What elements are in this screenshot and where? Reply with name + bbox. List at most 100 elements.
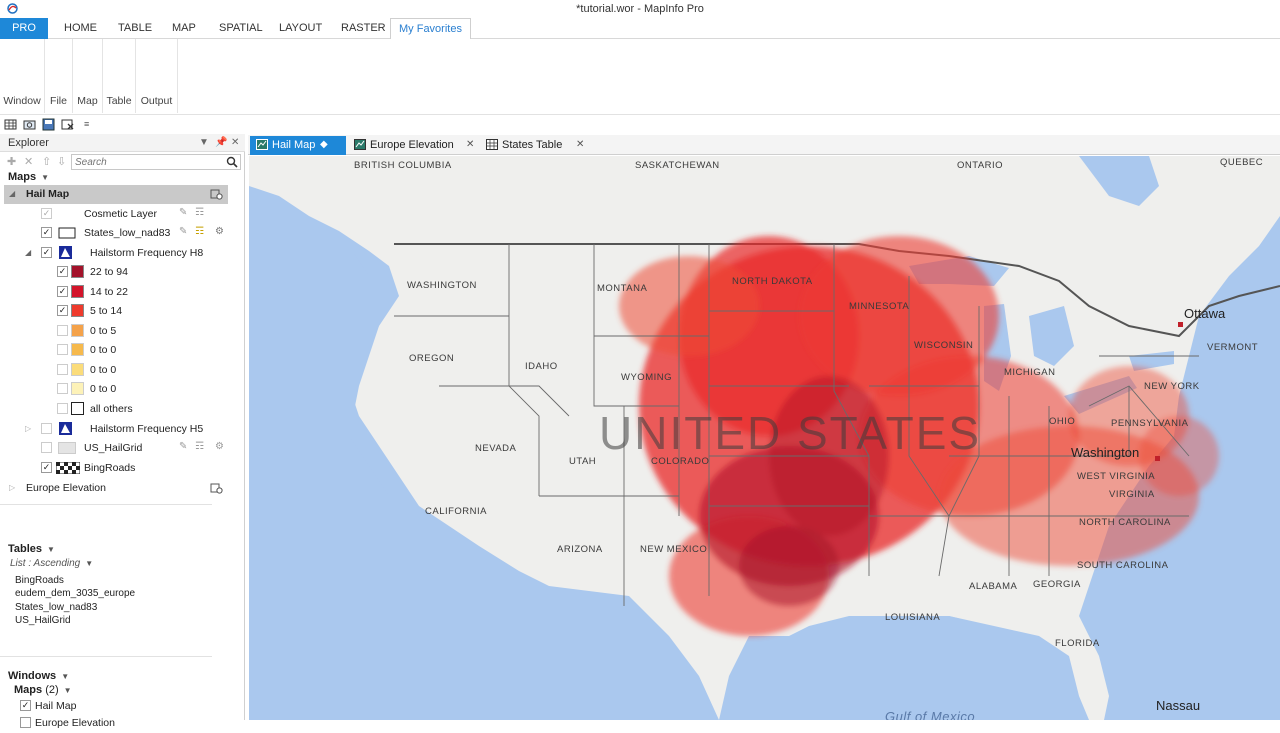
map-window[interactable]: BRITISH COLUMBIA SASKATCHEWAN ONTARIO QU… [249,156,1280,720]
layer-us-hailgrid[interactable]: US_HailGrid ✎ ☶ ⚙ [4,439,228,458]
layer-visibility-checkbox[interactable]: ✓ [41,227,52,238]
expand-arrow-icon[interactable]: ▷ [9,483,15,492]
move-down-icon[interactable]: ⇩ [57,155,66,168]
legend-5-to-14[interactable]: ✓ 5 to 14 [4,302,228,321]
tab-table[interactable]: TABLE [110,18,160,39]
close-icon[interactable]: ✕ [231,137,239,148]
tab-hail-map[interactable]: Hail Map ◆ [250,136,346,155]
open-workspace-icon[interactable] [23,118,36,131]
tab-layout[interactable]: LAYOUT [271,18,330,39]
layer-cosmetic[interactable]: ✓ Cosmetic Layer ✎ ☶ [4,205,228,224]
maps-section-header[interactable]: Maps ▼ [8,171,49,183]
layer-visibility-checkbox[interactable] [41,442,52,453]
select-icon[interactable]: ☶ [195,441,204,452]
edit-pencil-icon[interactable]: ✎ [179,441,187,452]
edit-pencil-icon[interactable]: ✎ [179,207,187,218]
pin-icon[interactable]: ◆ [320,139,328,150]
range-checkbox[interactable] [57,364,68,375]
tab-my-favorites[interactable]: My Favorites [390,18,471,40]
close-icon[interactable]: ✕ [466,139,474,150]
edit-pencil-icon[interactable]: ✎ [179,226,187,237]
explorer-header: Explorer ▼ 📌 ✕ [0,134,245,152]
table-item[interactable]: US_HailGrid [15,615,71,626]
range-checkbox[interactable]: ✓ [57,305,68,316]
label-icon[interactable]: ⚙ [215,226,224,237]
save-workspace-icon[interactable] [42,118,55,131]
range-color-swatch [71,304,84,317]
tab-states-table[interactable]: States Table ✕ [480,136,590,155]
map-window-icon [354,139,366,150]
add-icon[interactable]: ✚ [7,155,16,168]
tab-pro[interactable]: PRO [0,18,48,39]
legend-0-to-0-c[interactable]: 0 to 0 [4,380,228,399]
collapse-arrow-icon[interactable]: ◢ [25,248,31,257]
search-input[interactable] [72,155,222,169]
chevron-down-icon: ▼ [47,545,55,554]
layer-control-icon[interactable] [210,481,223,494]
range-checkbox[interactable] [57,325,68,336]
ribbon-group-window[interactable]: Window [0,39,45,113]
table-item[interactable]: States_low_nad83 [15,602,97,613]
layer-bingroads[interactable]: ✓ BingRoads [4,459,228,478]
tab-map[interactable]: MAP [164,18,204,39]
table-item[interactable]: eudem_dem_3035_europe [15,588,135,599]
explorer-panel: Explorer ▼ 📌 ✕ ✚ ✕ ⇧ ⇩ Maps▼ ◢ Hail Map … [0,134,245,729]
range-checkbox[interactable]: ✓ [57,286,68,297]
range-checkbox[interactable] [57,403,68,414]
tables-section-header[interactable]: Tables ▼ [8,543,55,555]
layer-states[interactable]: ✓ States_low_nad83 ✎ ☶ ⚙ [4,224,228,243]
layer-visibility-checkbox[interactable]: ✓ [41,247,52,258]
ribbon-group-output[interactable]: Output [136,39,178,113]
ribbon-group-file[interactable]: File [45,39,73,113]
layer-control-icon[interactable] [210,187,223,200]
label-wisconsin: WISCONSIN [914,340,974,351]
label-icon[interactable]: ⚙ [215,441,224,452]
label-colorado: COLORADO [651,456,710,467]
layer-visibility-checkbox[interactable] [41,423,52,434]
window-item-europe-elevation[interactable]: Europe Elevation [14,714,238,733]
legend-all-others[interactable]: all others [4,400,228,419]
region-style-swatch[interactable] [58,227,76,239]
window-checkbox[interactable]: ✓ [20,700,31,711]
legend-0-to-5[interactable]: 0 to 5 [4,322,228,341]
collapse-arrow-icon[interactable]: ◢ [9,189,15,198]
range-checkbox[interactable]: ✓ [57,266,68,277]
windows-section-header[interactable]: Windows ▼ [8,670,69,682]
close-icon[interactable]: ✕ [576,139,584,150]
expand-arrow-icon[interactable]: ▷ [25,424,31,433]
open-table-icon[interactable] [4,118,17,131]
layer-visibility-checkbox[interactable]: ✓ [41,208,52,219]
ribbon-group-table[interactable]: Table [103,39,136,113]
legend-0-to-0-b[interactable]: 0 to 0 [4,361,228,380]
list-sort-dropdown[interactable]: List : Ascending ▼ [10,558,93,569]
legend-22-to-94[interactable]: ✓ 22 to 94 [4,263,228,282]
range-color-swatch [71,343,84,356]
select-icon[interactable]: ☶ [195,226,204,237]
windows-maps-group[interactable]: Maps (2) ▼ [14,684,72,696]
search-icon[interactable] [226,156,238,168]
tab-home[interactable]: HOME [56,18,105,39]
ribbon-group-map[interactable]: Map [73,39,103,113]
window-checkbox[interactable] [20,717,31,728]
range-checkbox[interactable] [57,344,68,355]
pin-icon[interactable]: 📌 [215,137,227,148]
table-item[interactable]: BingRoads [15,575,64,586]
map-item-hail-map[interactable]: ◢ Hail Map [4,185,228,204]
tab-raster[interactable]: RASTER [333,18,394,39]
remove-icon[interactable]: ✕ [24,155,33,168]
panel-menu-icon[interactable]: ▼ [199,137,209,148]
layer-visibility-checkbox[interactable]: ✓ [41,462,52,473]
legend-0-to-0-a[interactable]: 0 to 0 [4,341,228,360]
customize-qat-icon[interactable]: ≡ [84,119,89,129]
range-checkbox[interactable] [57,383,68,394]
map-item-europe-elevation[interactable]: ▷ Europe Elevation [4,479,228,498]
layer-hailstorm-h5[interactable]: ▷ Hailstorm Frequency H5 [4,420,228,439]
select-icon[interactable]: ☶ [195,207,204,218]
label-oregon: OREGON [409,353,455,364]
tab-spatial[interactable]: SPATIAL [211,18,271,39]
legend-14-to-22[interactable]: ✓ 14 to 22 [4,283,228,302]
close-all-icon[interactable] [61,118,74,131]
move-up-icon[interactable]: ⇧ [42,155,51,168]
tab-europe-elevation[interactable]: Europe Elevation ✕ [348,136,478,155]
layer-hailstorm-h8[interactable]: ◢ ✓ Hailstorm Frequency H8 [4,244,228,263]
